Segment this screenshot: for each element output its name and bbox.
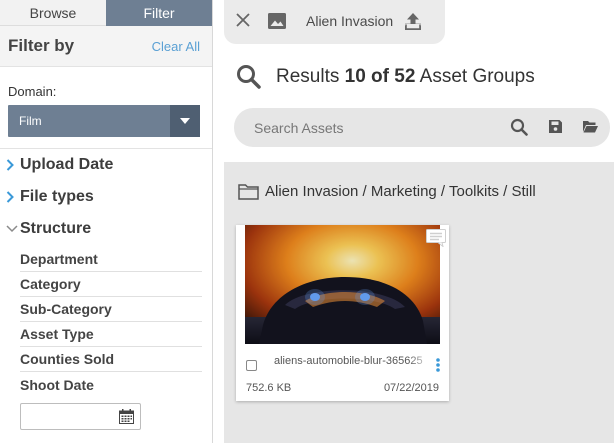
search-bar — [234, 108, 610, 147]
structure-item-category[interactable]: Category — [20, 272, 202, 297]
asset-file-size: 752.6 KB — [246, 382, 292, 394]
chevron-right-icon — [6, 191, 20, 203]
folder-open-icon[interactable] — [583, 120, 598, 133]
app-root: Browse Filter Filter by Clear All Domain… — [0, 0, 614, 443]
panel-tabs: Browse Filter — [0, 0, 212, 26]
section-label: File types — [20, 188, 94, 205]
upload-icon[interactable] — [405, 12, 421, 30]
filter-panel: Browse Filter Filter by Clear All Domain… — [0, 0, 213, 443]
section-label: Structure — [20, 220, 92, 237]
domain-select[interactable]: Film — [8, 105, 200, 137]
image-icon — [268, 13, 286, 29]
breadcrumb-path[interactable]: Alien Invasion / Marketing / Toolkits / … — [265, 183, 536, 200]
asset-card[interactable]: aliens-automobile-blur-365625 752.6 KB 0… — [236, 225, 449, 401]
shoot-date-input[interactable] — [20, 403, 141, 430]
folder-icon — [238, 184, 259, 200]
structure-item-counties-sold[interactable]: Counties Sold — [20, 347, 202, 372]
asset-select-checkbox[interactable] — [246, 360, 257, 371]
structure-item-shoot-date: Shoot Date — [20, 376, 94, 393]
search-input[interactable] — [234, 119, 484, 136]
section-structure[interactable]: Structure — [0, 213, 212, 245]
filter-title: Filter by — [8, 36, 75, 55]
structure-item-sub-category[interactable]: Sub-Category — [20, 297, 202, 322]
tab-browse[interactable]: Browse — [0, 0, 106, 26]
tab-filter[interactable]: Filter — [106, 0, 212, 26]
structure-item-asset-type[interactable]: Asset Type — [20, 322, 202, 347]
chevron-down-icon — [6, 225, 20, 233]
results-suffix: Asset Groups — [419, 65, 535, 87]
chevron-right-icon — [6, 159, 20, 171]
results-summary: Results 10 of 52 Asset Groups — [236, 64, 535, 89]
section-file-types[interactable]: File types — [0, 181, 212, 213]
project-title: Alien Invasion — [306, 13, 394, 29]
results-count: 10 of 52 — [344, 65, 416, 87]
calendar-icon[interactable] — [119, 409, 134, 424]
more-options-icon[interactable] — [436, 358, 440, 372]
top-area: Alien Invasion Results 10 of 52 Asset Gr… — [214, 0, 614, 162]
filter-header: Filter by Clear All — [0, 26, 212, 67]
search-icon[interactable] — [510, 118, 528, 136]
clear-all-link[interactable]: Clear All — [152, 39, 200, 54]
results-prefix: Results — [276, 65, 340, 87]
domain-select-value: Film — [19, 114, 42, 128]
chevron-down-icon[interactable] — [170, 105, 200, 137]
asset-filename[interactable]: aliens-automobile-blur-365625 — [274, 355, 432, 367]
breadcrumb: Alien Invasion / Marketing / Toolkits / … — [238, 183, 536, 200]
asset-thumbnail[interactable] — [245, 225, 440, 344]
save-icon[interactable] — [549, 120, 562, 133]
domain-label: Domain: — [8, 84, 57, 99]
close-icon[interactable] — [236, 13, 250, 27]
project-chip: Alien Invasion — [224, 0, 445, 44]
results-text: Results 10 of 52 Asset Groups — [276, 66, 535, 88]
comment-icon[interactable] — [426, 229, 446, 247]
section-upload-date[interactable]: Upload Date — [0, 149, 212, 181]
section-label: Upload Date — [20, 156, 114, 173]
structure-list: Department Category Sub-Category Asset T… — [0, 247, 212, 397]
search-icon — [237, 65, 261, 89]
structure-item-department[interactable]: Department — [20, 247, 202, 272]
asset-thumbnail-image — [245, 225, 440, 344]
asset-grid-area: Alien Invasion / Marketing / Toolkits / … — [224, 162, 614, 443]
asset-date: 07/22/2019 — [383, 382, 439, 394]
